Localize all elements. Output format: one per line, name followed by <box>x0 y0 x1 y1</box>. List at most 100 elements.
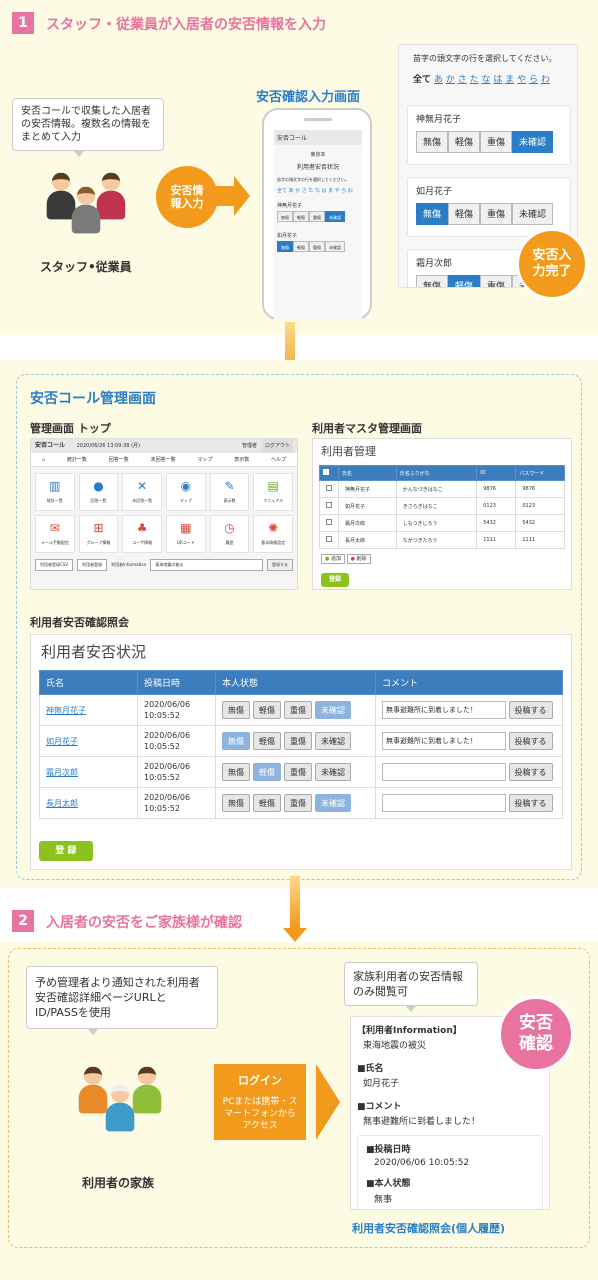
info-input[interactable]: 東海地震の被災 <box>150 559 263 571</box>
post-button[interactable]: 投稿する <box>508 732 553 750</box>
status-btn[interactable]: 軽傷 <box>253 701 281 719</box>
tile-answers[interactable]: ● 回答一覧 <box>78 473 119 511</box>
resident-link[interactable]: 如月花子 <box>46 737 78 746</box>
row-checkbox[interactable] <box>326 536 332 542</box>
status-btn[interactable]: 重傷 <box>284 794 312 812</box>
phone-btn[interactable]: 無傷 <box>277 241 293 252</box>
comment-input[interactable]: 無事避難所に到着しました！ <box>382 732 506 750</box>
home-icon[interactable]: ⌂ <box>42 453 45 466</box>
table-row: 霜月次郎 しもつきじろう 5432 5432 <box>319 514 565 532</box>
nav-display[interactable]: 表示数 <box>234 453 249 466</box>
tile-qr[interactable]: ▦ QRコード <box>166 515 206 553</box>
comment-input[interactable]: 無事避難所に到着しました！ <box>382 701 506 719</box>
status-btn[interactable]: 無傷 <box>222 794 250 812</box>
nav-help[interactable]: ヘルプ <box>271 453 286 466</box>
btn-unhurt[interactable]: 無傷 <box>416 203 449 225</box>
post-button[interactable]: 投稿する <box>508 794 553 812</box>
tile-mail[interactable]: ✉ メール手動配信 <box>35 515 75 553</box>
phone-btn[interactable]: 未確認 <box>325 211 345 222</box>
status-btn[interactable]: 軽傷 <box>253 732 281 750</box>
view-bubble: 家族利用者の安否情報のみ閲覧可 <box>344 962 478 1012</box>
login-title: ログイン <box>238 1074 282 1087</box>
tile-user[interactable]: ♣ ユーザ情報 <box>122 515 162 553</box>
tile-display[interactable]: ✎ 表示数 <box>209 473 250 511</box>
status-btn[interactable]: 軽傷 <box>253 763 281 781</box>
delete-button[interactable]: ● 削除 <box>346 554 371 564</box>
master-screen: 利用者管理 氏名 氏名ふりがな ID パスワード 神無月花子 かんなづきはなこ 9876 9… <box>312 438 572 590</box>
kana-all[interactable]: 全て <box>413 75 431 85</box>
post-button[interactable]: 投稿する <box>508 701 553 719</box>
kana-na[interactable]: な <box>481 75 490 85</box>
status-btn[interactable]: 無傷 <box>222 763 250 781</box>
family-bubble: 予め管理者より通知された利用者安否確認詳細ページURLとID/PASSを使用 <box>26 966 218 1035</box>
phone-btn[interactable]: 未確認 <box>325 241 345 252</box>
kana-ma[interactable]: ま <box>505 75 514 85</box>
tile-group[interactable]: ⊞ グループ情報 <box>78 515 119 553</box>
status-btn[interactable]: 未確認 <box>315 763 351 781</box>
nav-map[interactable]: マップ <box>197 453 212 466</box>
logout-button[interactable]: ログアウト <box>261 439 293 453</box>
tile-unanswered[interactable]: ✕ 未回答一覧 <box>122 473 162 511</box>
tile-manual[interactable]: ▤ マニュアル <box>253 473 293 511</box>
phone-btn[interactable]: 重傷 <box>309 211 325 222</box>
kana-a[interactable]: あ <box>434 75 443 85</box>
login-box[interactable]: ログイン PCまたは携帯・スマートフォンからアクセス <box>214 1064 306 1140</box>
table-row: 霜月次郎 2020/06/06 10:05:52 無傷 軽傷 重傷 未確認 投稿する <box>39 756 563 788</box>
phone-btn[interactable]: 軽傷 <box>293 211 309 222</box>
post-button[interactable]: 投稿する <box>508 763 553 781</box>
kana-ta[interactable]: た <box>470 75 479 85</box>
btn-unhurt[interactable]: 無傷 <box>416 131 449 153</box>
phone-btn[interactable]: 無傷 <box>277 211 293 222</box>
info-save-button[interactable]: 登録する <box>267 559 293 571</box>
resident-link[interactable]: 長月太郎 <box>46 799 78 808</box>
status-btn[interactable]: 無傷 <box>222 701 250 719</box>
btn-unconfirmed[interactable]: 未確認 <box>512 131 554 153</box>
comment-input[interactable] <box>382 763 506 781</box>
btn-serious[interactable]: 重傷 <box>480 203 513 225</box>
status-btn[interactable]: 重傷 <box>284 732 312 750</box>
csv-button[interactable]: 利用者登録CSV <box>35 559 74 571</box>
arrow-right-icon <box>316 1064 340 1140</box>
btn-unhurt[interactable]: 無傷 <box>416 275 449 287</box>
kana-ka[interactable]: か <box>446 75 455 85</box>
status-btn[interactable]: 軽傷 <box>253 794 281 812</box>
btn-serious[interactable]: 重傷 <box>480 131 513 153</box>
row-checkbox[interactable] <box>326 519 332 525</box>
tile-map[interactable]: ◉ マップ <box>166 473 206 511</box>
status-btn[interactable]: 重傷 <box>284 701 312 719</box>
btn-minor[interactable]: 軽傷 <box>448 275 481 287</box>
status-btn[interactable]: 未確認 <box>315 794 351 812</box>
row-checkbox[interactable] <box>326 502 332 508</box>
btn-minor[interactable]: 軽傷 <box>448 203 481 225</box>
tile-stats[interactable]: ▥ 統計一覧 <box>35 473 75 511</box>
row-checkbox[interactable] <box>326 485 332 491</box>
kana-ra[interactable]: ら <box>529 75 538 85</box>
nav-unanswered[interactable]: 未回答一覧 <box>151 453 176 466</box>
btn-unconfirmed[interactable]: 未確認 <box>512 203 554 225</box>
btn-serious[interactable]: 重傷 <box>480 275 513 287</box>
status-btn[interactable]: 重傷 <box>284 763 312 781</box>
phone-title: 利用者安否状況 <box>296 164 339 171</box>
kana-wa[interactable]: わ <box>541 75 550 85</box>
kana-ha[interactable]: は <box>493 75 502 85</box>
register-button[interactable]: 利用者登録 <box>77 559 108 571</box>
comment-input[interactable] <box>382 794 506 812</box>
status-btn[interactable]: 無傷 <box>222 732 250 750</box>
kana-sa[interactable]: さ <box>458 75 467 85</box>
kana-ya[interactable]: や <box>517 75 526 85</box>
master-save-button[interactable]: 登録 <box>321 573 349 587</box>
status-save-button[interactable]: 登 録 <box>39 841 93 861</box>
admin-user[interactable]: 管理者 <box>242 439 257 453</box>
resident-link[interactable]: 神無月花子 <box>46 706 86 715</box>
nav-answers[interactable]: 回答一覧 <box>109 453 129 466</box>
phone-btn[interactable]: 重傷 <box>309 241 325 252</box>
tile-settings[interactable]: ✺ 基本情報設定 <box>253 515 293 553</box>
status-btn[interactable]: 未確認 <box>315 732 351 750</box>
status-btn[interactable]: 未確認 <box>315 701 351 719</box>
tile-history[interactable]: ◷ 履歴 <box>209 515 250 553</box>
add-button[interactable]: ● 追加 <box>321 554 345 564</box>
phone-btn[interactable]: 軽傷 <box>293 241 309 252</box>
nav-stats[interactable]: 統計一覧 <box>67 453 87 466</box>
resident-link[interactable]: 霜月次郎 <box>46 768 78 777</box>
btn-minor[interactable]: 軽傷 <box>448 131 481 153</box>
